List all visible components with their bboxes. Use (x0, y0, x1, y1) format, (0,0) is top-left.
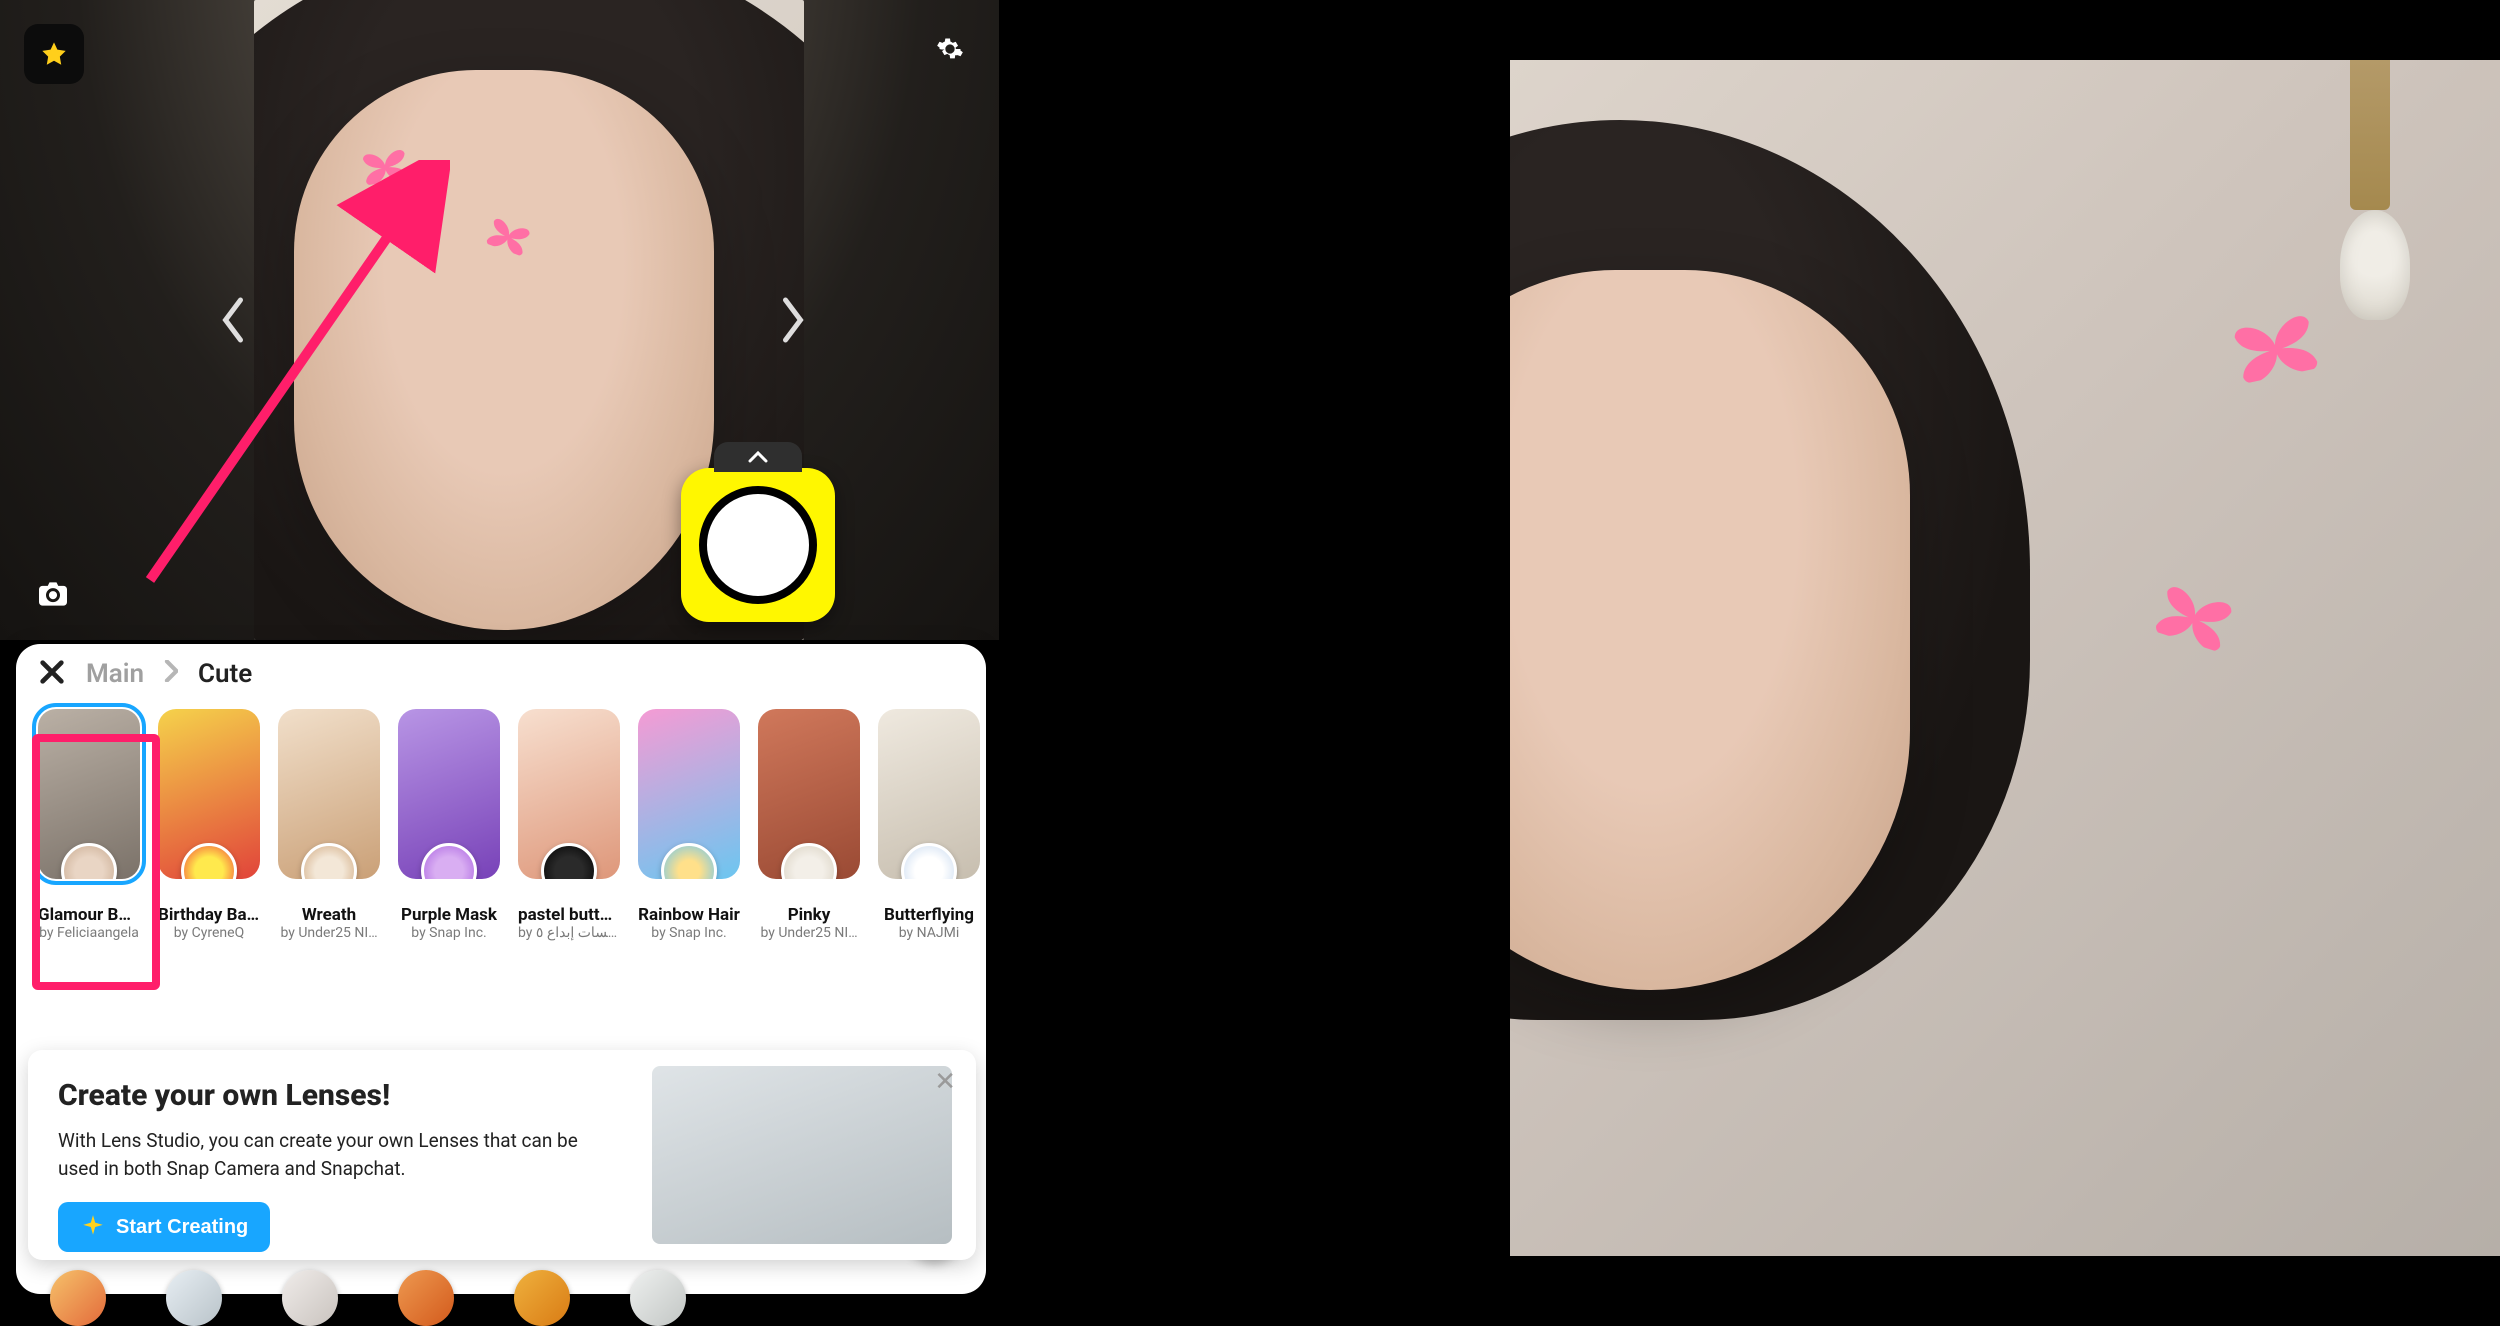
lens-badge-icon (901, 843, 957, 879)
lens-badge-icon (301, 843, 357, 879)
promo-body: With Lens Studio, you can create your ow… (58, 1127, 598, 1182)
lens-author: by Under25 NI… (758, 925, 860, 941)
face-placeholder (294, 70, 714, 630)
breadcrumb-current: Cute (198, 659, 252, 689)
lens-thumbnail (158, 709, 260, 879)
next-lens-button[interactable] (770, 280, 816, 360)
lens-name: Rainbow Hair (638, 905, 740, 925)
lens-author: by Snap Inc. (398, 925, 500, 941)
lens-card[interactable]: Rainbow Hairby Snap Inc. (638, 709, 740, 941)
lens-thumbnail (278, 709, 380, 879)
lens-thumbnail (38, 709, 140, 879)
breadcrumb-root[interactable]: Main (86, 659, 144, 689)
lens-thumbnail (758, 709, 860, 879)
lens-badge-icon (661, 843, 717, 879)
lens-icon-peek (166, 1270, 222, 1326)
breadcrumb-separator (164, 659, 178, 689)
lens-card[interactable]: Glamour Bu…by Feliciaangela (38, 709, 140, 941)
lens-badge-icon (181, 843, 237, 879)
lens-card[interactable]: Pinkyby Under25 NI… (758, 709, 860, 941)
lens-author: by NAJMi (878, 925, 980, 941)
lens-author: by لمسات إبداع ٥ (518, 925, 620, 941)
lens-card[interactable]: Butterflyingby NAJMi (878, 709, 980, 941)
lens-icon-peek (630, 1270, 686, 1326)
screenshot-composite: Main Cute Glamour Bu…by FeliciaangelaBir… (0, 0, 2500, 1326)
lens-card[interactable]: pastel butte…by لمسات إبداع ٥ (518, 709, 620, 941)
sparkle-icon (80, 1214, 106, 1240)
snap-camera-window: Main Cute Glamour Bu…by FeliciaangelaBir… (0, 0, 999, 812)
lens-name: Pinky (758, 905, 860, 925)
lens-name: Butterflying (878, 905, 980, 925)
lens-row: Glamour Bu…by FeliciaangelaBirthday Bal…… (16, 703, 986, 951)
lens-thumbnail (518, 709, 620, 879)
settings-button[interactable] (925, 24, 975, 74)
chevron-up-icon (748, 451, 768, 463)
promo-title: Create your own Lenses! (58, 1078, 598, 1113)
lens-badge-icon (541, 843, 597, 879)
chevron-right-icon (778, 294, 808, 346)
start-creating-label: Start Creating (116, 1216, 248, 1239)
lens-name: Wreath (278, 905, 380, 925)
lens-badge-icon (421, 843, 477, 879)
lens-name: Purple Mask (398, 905, 500, 925)
star-icon (40, 40, 68, 68)
promo-thumbnail (652, 1066, 952, 1244)
butterfly-overlay (2152, 577, 2238, 653)
take-photo-button[interactable] (28, 572, 78, 616)
lens-thumbnail (398, 709, 500, 879)
lens-studio-promo: Create your own Lenses! With Lens Studio… (28, 1050, 976, 1260)
background-bulb (2340, 210, 2410, 320)
butterfly-overlay (2229, 306, 2321, 384)
gear-icon (936, 35, 964, 63)
lens-icon-peek (50, 1270, 106, 1326)
lens-icon-peek (514, 1270, 570, 1326)
lens-browser-header: Main Cute (16, 644, 986, 703)
lens-name: pastel butte… (518, 905, 620, 925)
camera-icon (39, 580, 67, 608)
lens-author: by Snap Inc. (638, 925, 740, 941)
enlarged-preview-panel (1510, 0, 2500, 1326)
start-creating-button[interactable]: Start Creating (58, 1202, 270, 1252)
lens-card[interactable]: Birthday Bal…by CyreneQ (158, 709, 260, 941)
dismiss-promo-button[interactable]: ✕ (934, 1066, 956, 1097)
favorites-button[interactable] (24, 24, 84, 84)
camera-output-large (1510, 60, 2500, 1256)
snapcode-card[interactable] (681, 468, 835, 622)
snapcode-expand-handle[interactable] (714, 442, 802, 472)
close-icon (38, 658, 66, 686)
lens-icon-peek (282, 1270, 338, 1326)
lens-thumbnail (878, 709, 980, 879)
lens-icon-peek (398, 1270, 454, 1326)
background-lamp (2350, 60, 2390, 210)
lens-author: by CyreneQ (158, 925, 260, 941)
promo-text: Create your own Lenses! With Lens Studio… (58, 1078, 598, 1232)
chevron-left-icon (218, 294, 248, 346)
lens-card[interactable]: Purple Maskby Snap Inc. (398, 709, 500, 941)
lens-thumbnail (638, 709, 740, 879)
lens-author: by Under25 NI… (278, 925, 380, 941)
lens-card[interactable]: Wreathby Under25 NI… (278, 709, 380, 941)
lens-badge-icon (61, 843, 117, 879)
lens-name: Glamour Bu… (38, 905, 140, 925)
lens-row-peek (50, 1270, 686, 1326)
lens-author: by Feliciaangela (38, 925, 140, 941)
previous-lens-button[interactable] (210, 280, 256, 360)
face-placeholder (1510, 270, 1910, 990)
camera-preview-area (0, 0, 999, 640)
lens-name: Birthday Bal… (158, 905, 260, 925)
butterfly-overlay (360, 145, 409, 186)
close-lens-browser-button[interactable] (38, 658, 66, 689)
lens-badge-icon (781, 843, 837, 879)
